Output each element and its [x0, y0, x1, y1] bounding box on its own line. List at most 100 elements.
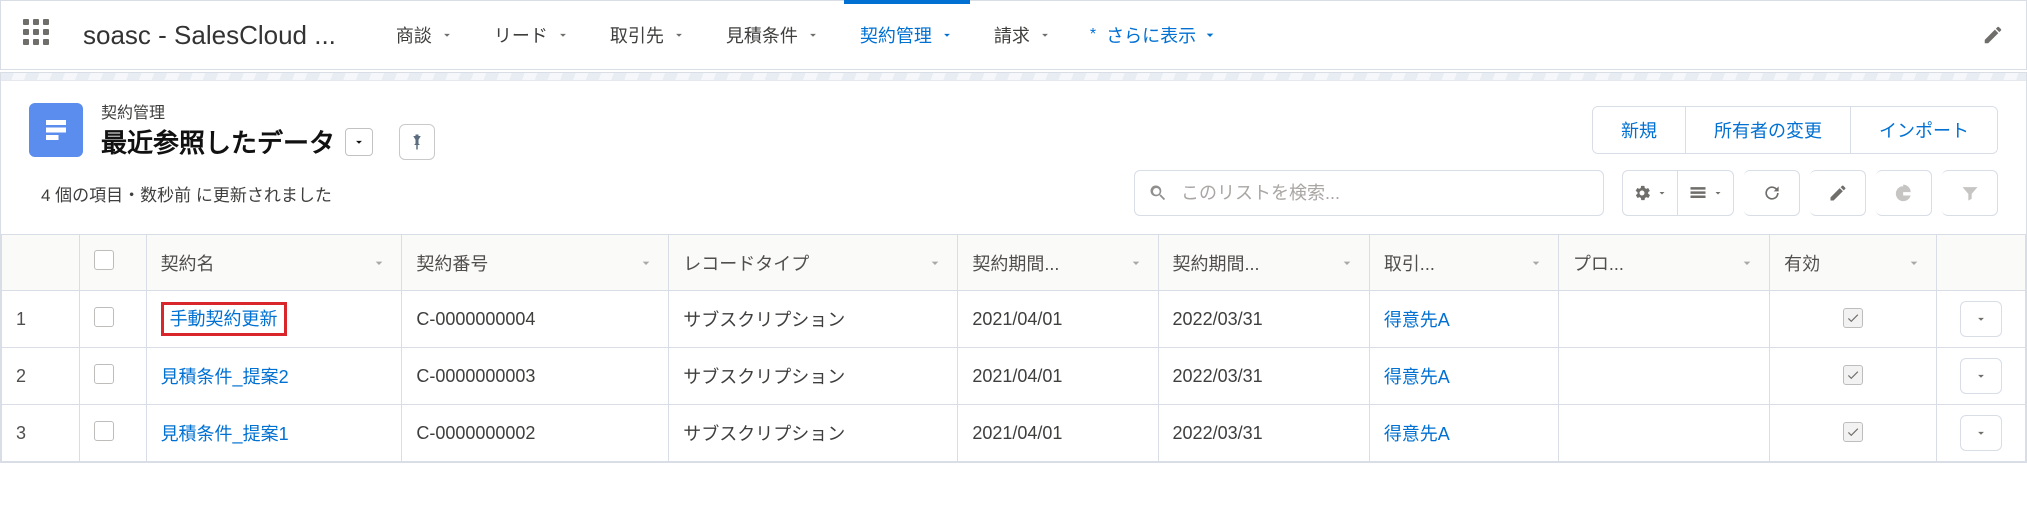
nav-tab-lead[interactable]: リード: [474, 1, 590, 69]
row-number: 2: [2, 348, 80, 405]
nav-tab-quote[interactable]: 見積条件: [706, 1, 840, 69]
period-to: 2022/03/31: [1158, 348, 1369, 405]
col-period-from[interactable]: 契約期間...: [958, 235, 1158, 291]
period-to: 2022/03/31: [1158, 405, 1369, 462]
contract-number: C-0000000002: [402, 405, 669, 462]
contract-name-link[interactable]: 見積条件_提案1: [161, 424, 289, 444]
col-account[interactable]: 取引...: [1369, 235, 1558, 291]
row-number: 3: [2, 405, 80, 462]
period-from: 2021/04/01: [958, 348, 1158, 405]
col-valid[interactable]: 有効: [1770, 235, 1937, 291]
list-view-page: 契約管理 最近参照したデータ 新規 所有者の変更 インポート 4 個の項目・数秒…: [0, 72, 2027, 463]
object-label: 契約管理: [101, 99, 435, 123]
display-as-button[interactable]: [1678, 170, 1734, 216]
filter-button[interactable]: [1942, 170, 1998, 216]
table-icon: [1688, 183, 1708, 203]
list-view-picker[interactable]: [345, 128, 373, 156]
app-launcher-icon[interactable]: [23, 19, 55, 51]
row-actions-menu[interactable]: [1960, 358, 2002, 394]
nav-tab-label: 取引先: [610, 22, 664, 48]
top-nav-bar: soasc - SalesCloud ... 商談 リード 取引先 見積条件 契…: [0, 0, 2027, 70]
account-link[interactable]: 得意先A: [1384, 424, 1450, 444]
chart-button[interactable]: [1876, 170, 1932, 216]
check-icon: [1846, 425, 1860, 439]
row-checkbox[interactable]: [94, 364, 114, 384]
nav-more[interactable]: * さらに表示: [1072, 1, 1236, 69]
col-record-type[interactable]: レコードタイプ: [669, 235, 958, 291]
nav-tab-billing[interactable]: 請求: [974, 1, 1072, 69]
chevron-down-icon: [371, 255, 387, 271]
col-period-to[interactable]: 契約期間...: [1158, 235, 1369, 291]
checkbox-icon[interactable]: [94, 250, 114, 270]
triangle-down-icon: [352, 135, 366, 149]
period-from: 2021/04/01: [958, 291, 1158, 348]
record-type: サブスクリプション: [669, 291, 958, 348]
row-checkbox[interactable]: [94, 421, 114, 441]
table-row: 3 見積条件_提案1 C-0000000002 サブスクリプション 2021/0…: [2, 405, 2026, 462]
process: [1558, 348, 1769, 405]
contract-name-link[interactable]: 手動契約更新: [161, 302, 287, 336]
chevron-down-icon: [1906, 255, 1922, 271]
filter-icon: [1960, 183, 1980, 203]
chevron-down-icon: [1202, 27, 1218, 43]
contract-object-icon: [29, 103, 83, 157]
app-name: soasc - SalesCloud ...: [83, 20, 336, 51]
chevron-down-icon: [927, 255, 943, 271]
col-rownum: [2, 235, 80, 291]
row-actions-menu[interactable]: [1960, 301, 2002, 337]
list-settings-button[interactable]: [1622, 170, 1678, 216]
nav-tab-account[interactable]: 取引先: [590, 1, 706, 69]
check-icon: [1846, 311, 1860, 325]
period-to: 2022/03/31: [1158, 291, 1369, 348]
chevron-down-icon: [1038, 28, 1052, 42]
chevron-down-icon: [556, 28, 570, 42]
refresh-icon: [1762, 183, 1782, 203]
list-subheader: 4 個の項目・数秒前 に更新されました: [1, 164, 2026, 234]
table-row: 2 見積条件_提案2 C-0000000003 サブスクリプション 2021/0…: [2, 348, 2026, 405]
contract-number: C-0000000003: [402, 348, 669, 405]
account-link[interactable]: 得意先A: [1384, 310, 1450, 330]
asterisk-icon: *: [1090, 26, 1096, 44]
contracts-table: 契約名 契約番号 レコードタイプ 契約期間... 契約期間... 取引... プ…: [1, 234, 2026, 462]
change-owner-button[interactable]: 所有者の変更: [1685, 107, 1850, 153]
period-from: 2021/04/01: [958, 405, 1158, 462]
list-status-text: 4 個の項目・数秒前 に更新されました: [41, 181, 332, 206]
col-number[interactable]: 契約番号: [402, 235, 669, 291]
nav-more-label: さらに表示: [1106, 22, 1196, 48]
list-view-name: 最近参照したデータ: [101, 123, 335, 160]
contract-number: C-0000000004: [402, 291, 669, 348]
row-checkbox[interactable]: [94, 307, 114, 327]
triangle-down-icon: [1974, 369, 1988, 383]
record-type: サブスクリプション: [669, 405, 958, 462]
col-process[interactable]: プロ...: [1558, 235, 1769, 291]
valid-checkbox: [1843, 365, 1863, 385]
triangle-down-icon: [1974, 312, 1988, 326]
inline-edit-button[interactable]: [1810, 170, 1866, 216]
pie-chart-icon: [1894, 183, 1914, 203]
gear-icon: [1632, 183, 1652, 203]
pin-list-button[interactable]: [399, 124, 435, 160]
nav-tab-label: 請求: [994, 22, 1030, 48]
nav-tab-opportunity[interactable]: 商談: [376, 1, 474, 69]
contract-name-link[interactable]: 見積条件_提案2: [161, 367, 289, 387]
pin-icon: [408, 133, 426, 151]
table-row: 1 手動契約更新 C-0000000004 サブスクリプション 2021/04/…: [2, 291, 2026, 348]
import-button[interactable]: インポート: [1850, 107, 1997, 153]
new-button[interactable]: 新規: [1593, 107, 1685, 153]
nav-tab-contract[interactable]: 契約管理: [840, 1, 974, 69]
account-link[interactable]: 得意先A: [1384, 367, 1450, 387]
row-actions-menu[interactable]: [1960, 415, 2002, 451]
edit-nav-icon[interactable]: [1982, 24, 2004, 46]
nav-tab-label: 見積条件: [726, 22, 798, 48]
col-name[interactable]: 契約名: [146, 235, 402, 291]
chevron-down-icon: [440, 28, 454, 42]
chevron-down-icon: [806, 28, 820, 42]
list-header: 契約管理 最近参照したデータ 新規 所有者の変更 インポート: [1, 81, 2026, 164]
check-icon: [1846, 368, 1860, 382]
col-select-all[interactable]: [79, 235, 146, 291]
chevron-down-icon: [1712, 187, 1724, 199]
list-search-input[interactable]: [1134, 170, 1604, 216]
refresh-button[interactable]: [1744, 170, 1800, 216]
row-number: 1: [2, 291, 80, 348]
title-block: 契約管理 最近参照したデータ: [101, 99, 435, 160]
